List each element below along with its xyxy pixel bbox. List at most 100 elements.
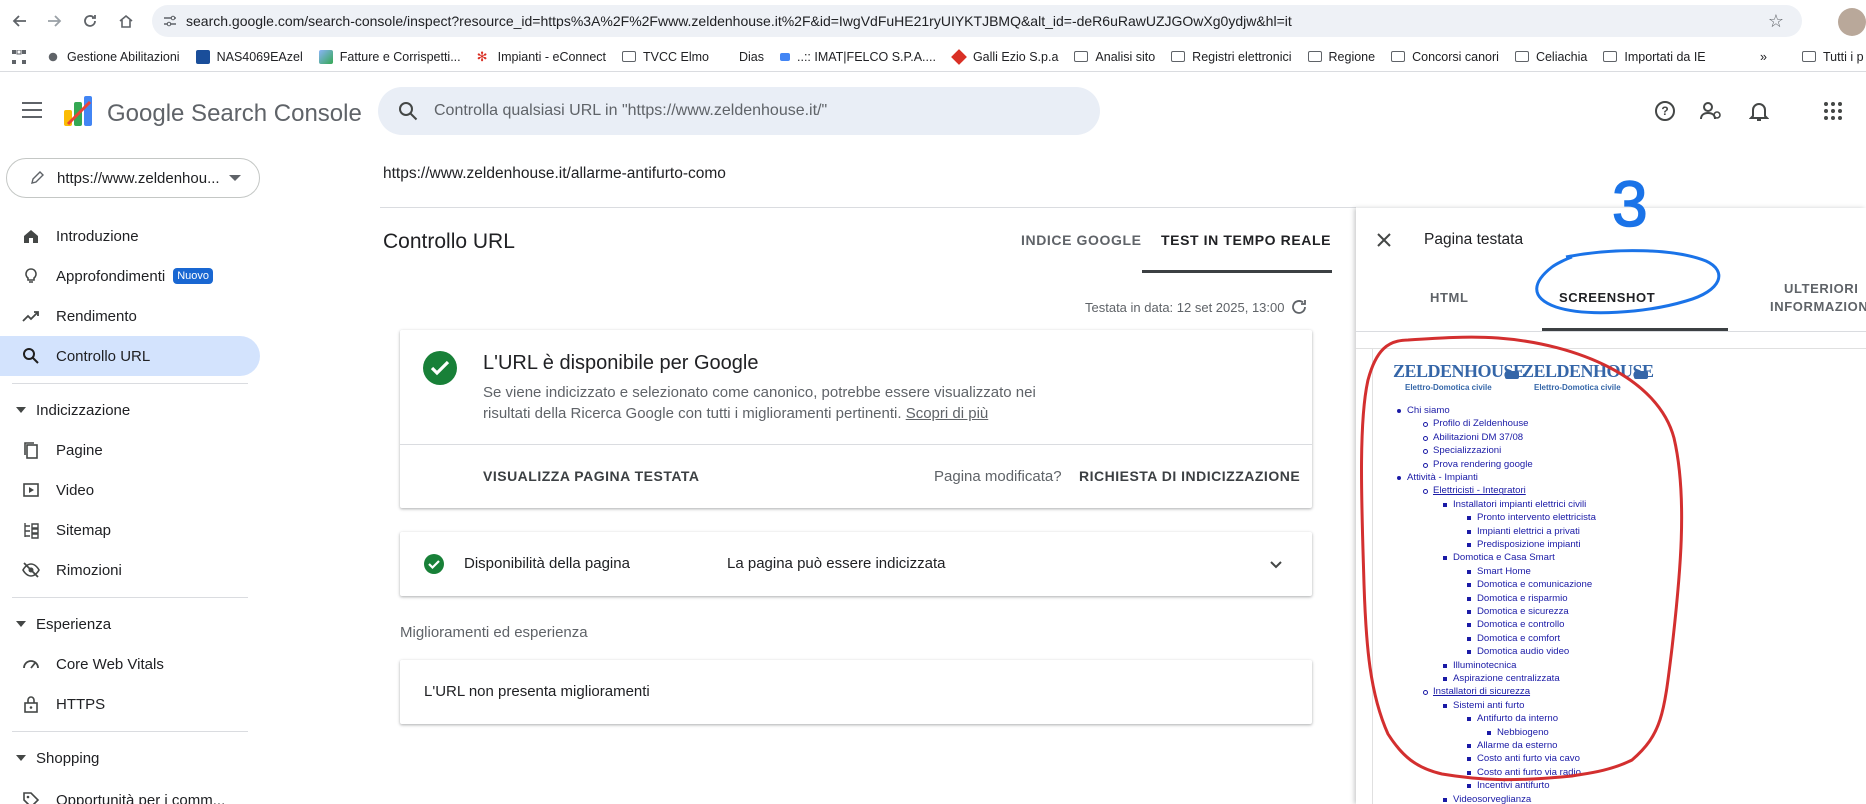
success-check-icon	[423, 351, 457, 385]
improvements-header: Miglioramenti ed esperienza	[400, 624, 588, 641]
screenshot-menu-item: Installatori di sicurezza	[1422, 686, 1531, 698]
screenshot-menu-item: Illuminotecnica	[1442, 659, 1517, 671]
panel-divider	[1356, 331, 1866, 332]
card-divider	[400, 444, 1312, 445]
screenshot-menu-item: Domotica e controllo	[1466, 619, 1565, 631]
screenshot-menu-item: Profilo di Zeldenhouse	[1422, 418, 1529, 430]
sidebar-item-https[interactable]: HTTPS	[0, 684, 260, 724]
gauge-icon	[23, 660, 39, 669]
tab-ulteriori-informazioni[interactable]: ULTERIORI INFORMAZIONI	[1770, 280, 1866, 316]
search-placeholder: Controlla qualsiasi URL in "https://www.…	[434, 102, 828, 119]
search-icon	[23, 348, 39, 364]
section-indicizzazione[interactable]: Indicizzazione	[0, 392, 260, 428]
home-page-icon[interactable]	[108, 3, 144, 39]
sidebar-item-introduzione[interactable]: Introduzione	[0, 216, 260, 256]
success-check-icon	[424, 554, 444, 574]
pencil-icon	[31, 171, 44, 184]
bookmark-item[interactable]: Dias	[717, 42, 772, 72]
screenshot-menu-item: Chi siamo	[1397, 405, 1450, 416]
section-esperienza[interactable]: Esperienza	[0, 606, 260, 642]
reload-icon[interactable]	[72, 3, 108, 39]
screenshot-menu-item: Prova rendering google	[1423, 458, 1533, 470]
screenshot-menu-item: Domotica audio video	[1466, 646, 1570, 658]
learn-more-link[interactable]: Scopri di più	[906, 405, 989, 422]
browser-profile-avatar[interactable]	[1838, 8, 1866, 36]
collapse-triangle-icon	[16, 407, 26, 413]
apps-grid-icon[interactable]	[0, 42, 38, 72]
forward-icon[interactable]	[36, 3, 72, 39]
panel-title: Pagina testata	[1424, 231, 1524, 248]
bookmark-folder[interactable]: Importati da IE	[1595, 42, 1713, 72]
content-divider	[380, 207, 1356, 208]
sidebar-item-controllo-url[interactable]: Controllo URL	[0, 336, 260, 376]
bookmark-folder[interactable]: TVCC Elmo	[614, 42, 717, 72]
screenshot-menu-item: Videosorveglianza	[1442, 793, 1532, 804]
view-tested-page-button[interactable]: VISUALIZZA PAGINA TESTATA	[483, 468, 700, 484]
section-shopping[interactable]: Shopping	[0, 740, 260, 776]
inspected-url: https://www.zeldenhouse.it/allarme-antif…	[383, 165, 726, 182]
search-icon	[399, 102, 418, 121]
page-title: Controllo URL	[383, 230, 515, 253]
sidebar-item-rendimento[interactable]: Rendimento	[0, 296, 260, 336]
tab-html[interactable]: HTML	[1430, 290, 1469, 305]
address-bar[interactable]: search.google.com/search-console/inspect…	[152, 5, 1802, 37]
screenshot-menu-item: Abilitazioni DM 37/08	[1422, 431, 1524, 443]
all-bookmarks-folder[interactable]: Tutti i p	[1794, 42, 1866, 72]
help-icon[interactable]: ?	[1652, 98, 1678, 124]
sidebar-item-approfondimenti[interactable]: Approfondimenti Nuovo	[0, 256, 260, 296]
sidebar-item-core-web-vitals[interactable]: Core Web Vitals	[0, 644, 260, 684]
bookmark-folder[interactable]: Concorsi canori	[1383, 42, 1507, 72]
bookmark-item[interactable]: NAS4069EAzel	[188, 42, 311, 72]
screenshot-menu-item: Specializzazioni	[1422, 445, 1502, 457]
screenshot-menu-item: Sistemi anti furto	[1442, 699, 1525, 711]
bookmark-item[interactable]: ✻ Impianti - eConnect	[469, 42, 614, 72]
sidebar-item-video[interactable]: Video	[0, 470, 260, 510]
availability-label: Disponibilità della pagina	[464, 555, 630, 572]
url-inspect-search[interactable]: Controlla qualsiasi URL in "https://www.…	[378, 87, 1100, 135]
improvements-card: L'URL non presenta miglioramenti	[400, 660, 1312, 724]
refresh-icon[interactable]	[1290, 298, 1308, 316]
page-availability-card[interactable]: Disponibilità della pagina La pagina può…	[400, 532, 1312, 596]
tab-indice-google[interactable]: INDICE GOOGLE	[1021, 232, 1142, 248]
menu-icon[interactable]	[22, 102, 42, 118]
screenshot-menu-item: Predisposizione impianti	[1466, 539, 1581, 550]
screenshot-menu-item: Incentivi antifurto	[1467, 780, 1550, 792]
screenshot-menu-item: Domotica e Casa Smart	[1443, 552, 1555, 564]
back-icon[interactable]	[2, 3, 38, 39]
tab-screenshot[interactable]: SCREENSHOT	[1559, 290, 1655, 305]
users-settings-icon[interactable]	[1698, 98, 1724, 124]
site-info-icon[interactable]	[162, 13, 178, 29]
bookmarks-overflow-button[interactable]: »	[1752, 42, 1775, 72]
address-url: search.google.com/search-console/inspect…	[186, 13, 1292, 29]
notifications-bell-icon[interactable]	[1746, 98, 1772, 124]
google-apps-icon[interactable]	[1820, 98, 1846, 124]
bookmark-item[interactable]: ..:: IMAT|FELCO S.P.A....	[772, 42, 944, 72]
lightbulb-icon	[25, 268, 37, 283]
bookmark-item[interactable]: Gestione Abilitazioni	[38, 42, 188, 72]
bookmark-star-icon[interactable]: ☆	[1768, 11, 1784, 32]
sidebar-item-opportunita[interactable]: Opportunità per i comm...	[0, 780, 260, 804]
sidebar-item-sitemap[interactable]: Sitemap	[0, 510, 260, 550]
request-indexing-button[interactable]: RICHIESTA DI INDICIZZAZIONE	[1079, 468, 1300, 484]
bookmark-folder[interactable]: Celiachia	[1507, 42, 1595, 72]
bookmark-item[interactable]: Galli Ezio S.p.a	[944, 42, 1066, 72]
bookmark-folder[interactable]: Analisi sito	[1066, 42, 1163, 72]
zeldenhouse-logo: ZELDENHOUSE Elettro-Domotica civile	[1393, 361, 1525, 392]
screenshot-menu-item: Costo anti furto via radio	[1467, 766, 1581, 778]
screenshot-menu-item: Smart Home	[1467, 565, 1531, 577]
tab-test-in-tempo-reale[interactable]: TEST IN TEMPO REALE	[1161, 232, 1331, 248]
bookmark-item[interactable]: Fatture e Corrispetti...	[311, 42, 469, 72]
bookmark-folder[interactable]: Regione	[1300, 42, 1384, 72]
screenshot-menu-item: Nebbiogeno	[1487, 726, 1549, 738]
property-selector[interactable]: https://www.zeldenhou...	[6, 158, 260, 198]
video-icon	[23, 483, 39, 497]
sidebar-divider	[12, 383, 248, 384]
chevron-down-icon[interactable]	[1268, 556, 1284, 572]
screenshot-menu-item: Domotica e comunicazione	[1466, 579, 1593, 591]
screenshot-menu-item: Impianti elettrici a privati	[1467, 525, 1580, 537]
bookmark-folder[interactable]: Registri elettronici	[1163, 42, 1299, 72]
sidebar-item-pagine[interactable]: Pagine	[0, 430, 260, 470]
close-icon[interactable]	[1374, 230, 1394, 250]
page-modified-question: Pagina modificata?	[934, 468, 1062, 485]
sidebar-item-rimozioni[interactable]: Rimozioni	[0, 550, 260, 590]
